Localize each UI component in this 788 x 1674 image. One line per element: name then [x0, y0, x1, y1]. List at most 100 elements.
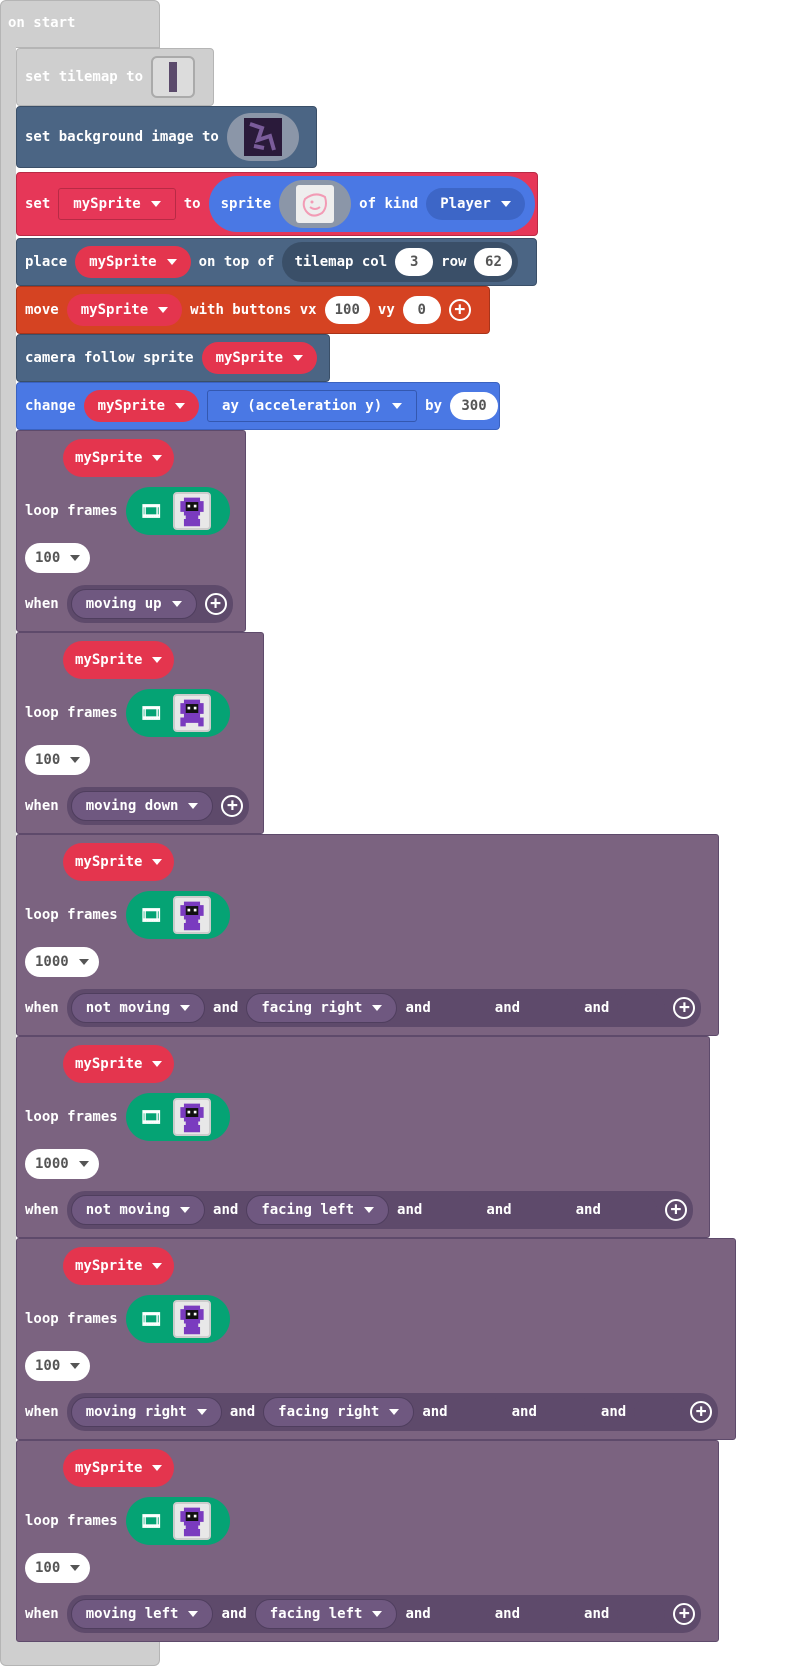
- when-row: when moving right and facing right and and and…: [25, 1393, 719, 1431]
- interval-dropdown[interactable]: 100: [25, 1553, 91, 1583]
- animation-frames-picker[interactable]: 🎞: [125, 1295, 230, 1343]
- plus-icon[interactable]: +: [673, 997, 696, 1019]
- property-dropdown[interactable]: ay (acceleration y): [207, 390, 418, 422]
- sprite-variable-dropdown[interactable]: mySprite: [63, 1449, 175, 1487]
- when-row: when moving down +: [25, 787, 250, 825]
- condition-dropdown[interactable]: moving up: [70, 589, 197, 619]
- col-input[interactable]: 3: [395, 248, 434, 276]
- animation-frames-picker[interactable]: 🎞: [125, 689, 230, 737]
- interval-row: 1000: [25, 947, 107, 977]
- plus-icon[interactable]: +: [664, 1199, 687, 1221]
- sprite-variable-dropdown[interactable]: mySprite: [75, 246, 191, 278]
- animation-frames-picker[interactable]: 🎞: [125, 891, 230, 939]
- interval-dropdown[interactable]: 100: [25, 543, 91, 573]
- camera-follow-block[interactable]: camera follow sprite mySprite: [16, 334, 330, 382]
- change-value-input[interactable]: 300: [450, 392, 499, 420]
- interval-dropdown[interactable]: 100: [25, 1351, 91, 1381]
- condition-value: moving right: [85, 1404, 187, 1420]
- sprite-variable-dropdown[interactable]: mySprite: [83, 390, 200, 422]
- animation-frames-picker[interactable]: 🎞: [125, 487, 230, 535]
- plus-icon[interactable]: +: [221, 795, 244, 817]
- animation-frames-picker[interactable]: 🎞: [125, 1497, 230, 1545]
- condition-dropdown[interactable]: facing left: [246, 1195, 390, 1225]
- sprite-variable-dropdown[interactable]: mySprite: [58, 188, 176, 220]
- interval-dropdown[interactable]: 1000: [25, 1149, 99, 1179]
- character-thumbnail[interactable]: [172, 694, 211, 732]
- character-thumbnail[interactable]: [172, 896, 211, 934]
- sprite-variable-dropdown[interactable]: mySprite: [63, 641, 175, 679]
- create-sprite-block[interactable]: sprite of kind Player: [208, 176, 535, 232]
- animation-block[interactable]: mySprite loop frames 🎞 100 when moving left an…: [16, 1440, 719, 1642]
- loop-frames-label: loop frames: [25, 1109, 118, 1125]
- sprite-variable-dropdown[interactable]: mySprite: [63, 1247, 175, 1285]
- film-icon: 🎞: [139, 1106, 163, 1128]
- interval-dropdown[interactable]: 100: [25, 745, 91, 775]
- condition-dropdown[interactable]: facing right: [246, 993, 398, 1023]
- character-thumbnail[interactable]: [172, 1098, 211, 1136]
- to-label: to: [183, 196, 201, 212]
- plus-icon[interactable]: +: [690, 1401, 713, 1423]
- and-label: and: [405, 1000, 431, 1016]
- animation-block[interactable]: mySprite loop frames 🎞 1000 when not moving an…: [16, 834, 719, 1036]
- animation-block[interactable]: mySprite loop frames 🎞 1000 when not moving an…: [16, 1036, 710, 1238]
- set-sprite-block[interactable]: set mySprite to sprite of kind Player: [16, 172, 538, 236]
- condition-dropdown[interactable]: facing right: [263, 1397, 415, 1427]
- empty-condition-slot[interactable]: [430, 1195, 479, 1225]
- plus-icon[interactable]: +: [673, 1603, 696, 1625]
- variable-name: mySprite: [73, 196, 141, 212]
- sprite-variable-dropdown[interactable]: mySprite: [63, 439, 175, 477]
- plus-icon[interactable]: +: [204, 593, 227, 615]
- sprite-variable-dropdown[interactable]: mySprite: [66, 294, 183, 326]
- empty-condition-slot[interactable]: [528, 993, 577, 1023]
- condition-dropdown[interactable]: facing left: [254, 1599, 398, 1629]
- condition-dropdown[interactable]: not moving: [70, 993, 206, 1023]
- empty-condition-slot[interactable]: [608, 1195, 657, 1225]
- sprite-variable-dropdown[interactable]: mySprite: [63, 843, 175, 881]
- condition-dropdown[interactable]: moving left: [70, 1599, 214, 1629]
- vx-input[interactable]: 100: [324, 296, 370, 324]
- empty-condition-slot[interactable]: [634, 1397, 683, 1427]
- interval-row: 100: [25, 1351, 98, 1381]
- move-with-buttons-block[interactable]: move mySprite with buttons vx 100 vy 0 +: [16, 286, 490, 334]
- character-thumbnail[interactable]: [172, 492, 211, 530]
- and-label: and: [213, 1202, 239, 1218]
- animation-block[interactable]: mySprite loop frames 🎞 100 when moving right a…: [16, 1238, 736, 1440]
- animation-block[interactable]: mySprite loop frames 🎞 100 when moving down +: [16, 632, 264, 834]
- interval-dropdown[interactable]: 1000: [25, 947, 99, 977]
- set-background-block[interactable]: set background image to: [16, 106, 317, 168]
- dropdown-caret-icon: [150, 201, 161, 207]
- kind-dropdown[interactable]: Player: [426, 188, 525, 220]
- tilemap-location-block[interactable]: tilemap col 3 row 62: [282, 242, 519, 282]
- loop-frames-row: loop frames 🎞: [25, 1497, 230, 1545]
- row-input[interactable]: 62: [474, 248, 513, 276]
- empty-condition-slot[interactable]: [438, 993, 487, 1023]
- place-on-tilemap-block[interactable]: place mySprite on top of tilemap col 3 r…: [16, 238, 537, 286]
- sprite-variable-dropdown[interactable]: mySprite: [201, 342, 318, 374]
- character-thumbnail[interactable]: [172, 1300, 211, 1338]
- plus-icon[interactable]: +: [448, 299, 471, 321]
- tilemap-thumbnail[interactable]: [151, 56, 196, 98]
- condition-dropdown[interactable]: not moving: [70, 1195, 206, 1225]
- when-row: when moving left and facing left and and and +: [25, 1595, 702, 1633]
- condition-dropdown[interactable]: moving right: [70, 1397, 222, 1427]
- animation-block[interactable]: mySprite loop frames 🎞 100 when moving up +: [16, 430, 246, 632]
- empty-condition-slot[interactable]: [617, 993, 666, 1023]
- empty-condition-slot[interactable]: [519, 1195, 568, 1225]
- change-property-block[interactable]: change mySprite ay (acceleration y) by 3…: [16, 382, 500, 430]
- set-tilemap-block[interactable]: set tilemap to: [16, 48, 214, 106]
- sprite-variable-dropdown[interactable]: mySprite: [63, 1045, 175, 1083]
- empty-condition-slot[interactable]: [455, 1397, 504, 1427]
- background-thumbnail[interactable]: [226, 113, 299, 161]
- empty-condition-slot[interactable]: [438, 1599, 487, 1629]
- vy-input[interactable]: 0: [402, 296, 441, 324]
- empty-condition-slot[interactable]: [617, 1599, 666, 1629]
- condition-dropdown[interactable]: moving down: [70, 791, 214, 821]
- character-thumbnail[interactable]: [172, 1502, 211, 1540]
- film-icon: 🎞: [139, 500, 163, 522]
- empty-condition-slot[interactable]: [528, 1599, 577, 1629]
- empty-condition-slot[interactable]: [544, 1397, 593, 1427]
- dropdown-caret-icon: [158, 307, 169, 313]
- and-label: and: [494, 1606, 521, 1622]
- sprite-thumbnail[interactable]: [279, 180, 352, 228]
- animation-frames-picker[interactable]: 🎞: [125, 1093, 230, 1141]
